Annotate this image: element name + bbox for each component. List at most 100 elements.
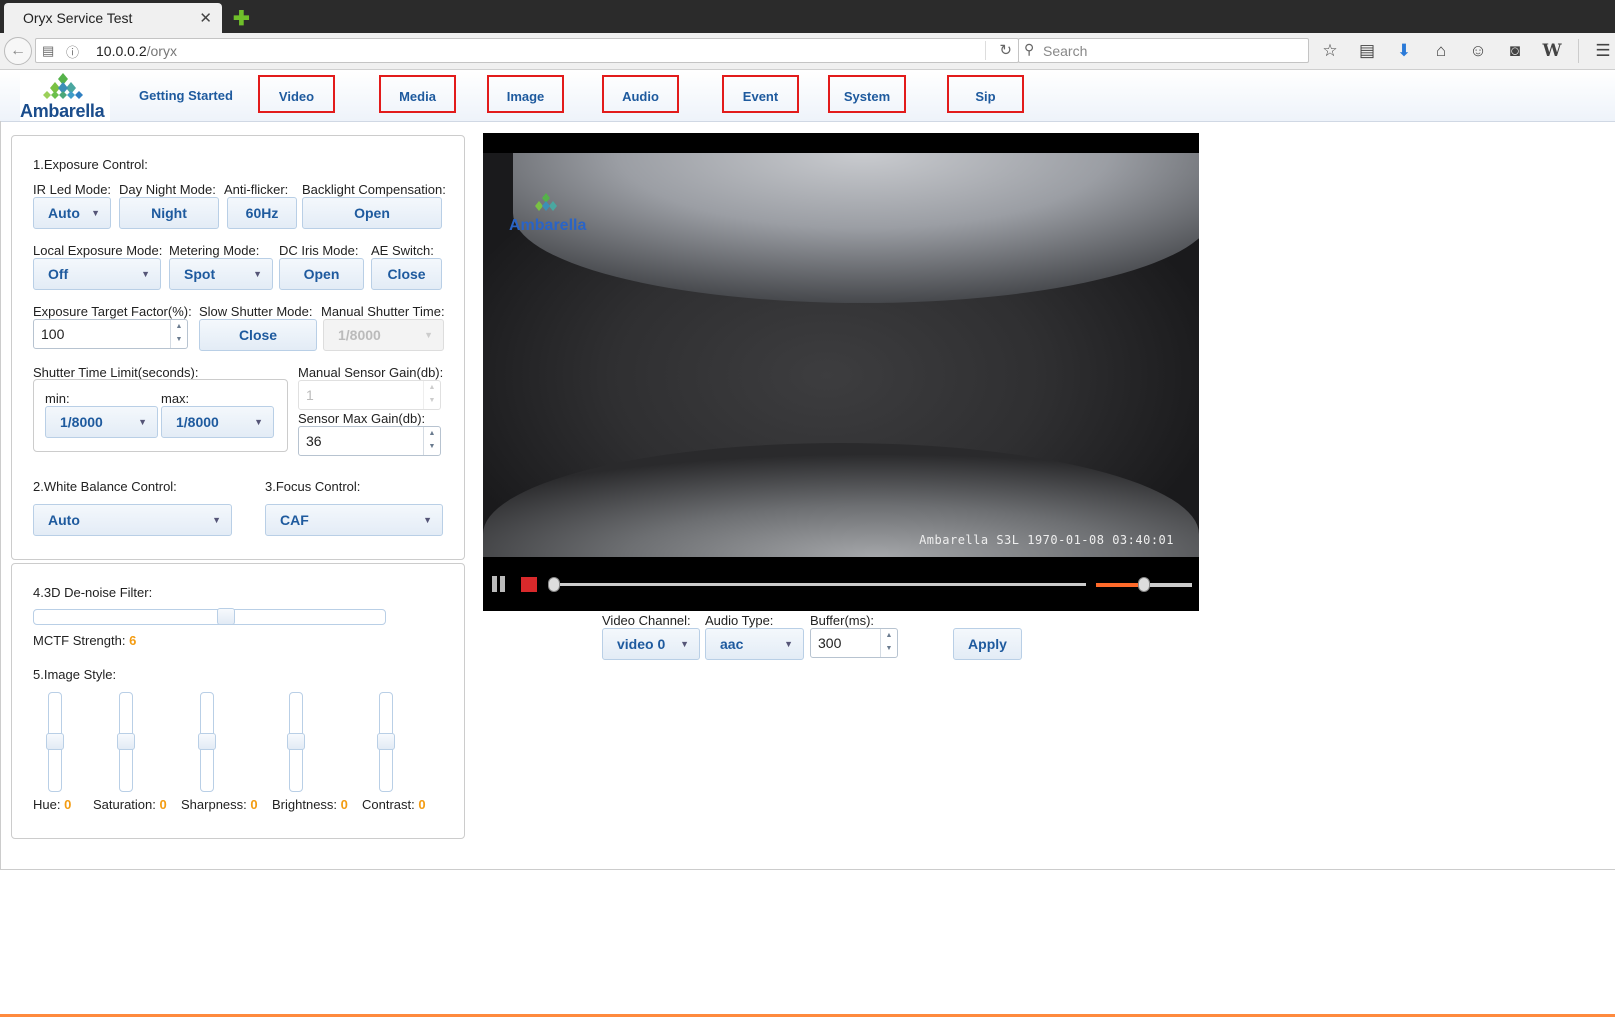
volume-slider[interactable]	[1096, 577, 1192, 592]
denoise-slider[interactable]	[33, 608, 386, 625]
manual-shutter-label: Manual Shutter Time:	[321, 304, 445, 319]
brightness-slider-thumb[interactable]	[287, 733, 305, 750]
hue-slider[interactable]	[46, 692, 64, 792]
metering-value: Spot	[184, 266, 216, 282]
day-night-button[interactable]: Night	[119, 197, 219, 229]
nav-event[interactable]: Event	[722, 75, 799, 113]
video-channel-select[interactable]: video 0 ▼	[602, 628, 700, 660]
mctf-strength-value: 6	[129, 633, 137, 648]
url-path: /oryx	[146, 43, 177, 59]
max-gain-stepper[interactable]: 36 ▲ ▼	[298, 426, 441, 456]
saturation-slider[interactable]	[117, 692, 135, 792]
back-arrow-icon[interactable]: ←	[4, 37, 32, 65]
nav-image-label: Image	[506, 89, 545, 104]
chevron-down-icon: ▼	[141, 269, 150, 279]
target-factor-stepper[interactable]: 100 ▲ ▼	[33, 319, 188, 349]
dc-iris-button[interactable]: Open	[279, 258, 364, 290]
url-bar[interactable]: ▤ ⓘ 10.0.0.2/oryx ↻	[35, 38, 1019, 63]
nav-image[interactable]: Image	[487, 75, 564, 113]
hue-label: Hue:	[33, 797, 61, 812]
nav-media[interactable]: Media	[379, 75, 456, 113]
reload-icon[interactable]: ↻	[999, 41, 1012, 59]
search-bar[interactable]: ⚲ Search	[1018, 38, 1309, 63]
local-exposure-select[interactable]: Off ▼	[33, 258, 161, 290]
chat-icon[interactable]: ☺	[1465, 39, 1491, 63]
audio-type-label: Audio Type:	[705, 613, 774, 628]
ambarella-logo[interactable]: Ambarella	[20, 73, 110, 121]
nav-video-label: Video	[278, 89, 315, 104]
pocket-icon[interactable]: ◙	[1502, 39, 1528, 63]
sharpness-slider[interactable]	[198, 692, 216, 792]
nav-video[interactable]: Video	[258, 75, 335, 113]
audio-type-select[interactable]: aac ▼	[705, 628, 804, 660]
sharpness-value: 0	[250, 797, 258, 812]
stepper-arrows-icon[interactable]: ▲ ▼	[423, 427, 440, 455]
pause-icon[interactable]	[491, 576, 507, 592]
contrast-slider[interactable]	[377, 692, 395, 792]
contrast-slider-thumb[interactable]	[377, 733, 395, 750]
manual-shutter-value: 1/8000	[338, 327, 381, 343]
saturation-slider-thumb[interactable]	[117, 733, 135, 750]
saturation-readout: Saturation: 0	[93, 797, 167, 812]
nav-getting-started[interactable]: Getting Started	[139, 88, 233, 103]
new-tab-icon[interactable]: ✚	[233, 6, 250, 31]
volume-thumb[interactable]	[1138, 577, 1150, 592]
white-balance-title: 2.White Balance Control:	[33, 479, 177, 494]
search-input[interactable]: Search	[1043, 43, 1087, 59]
chevron-down-icon: ▼	[253, 269, 262, 279]
page-header: Ambarella Getting Started Video Media Im…	[0, 71, 1615, 122]
progress-thumb[interactable]	[548, 577, 560, 592]
stepper-arrows-icon[interactable]: ▲ ▼	[170, 320, 187, 348]
logo-mark-icon	[43, 73, 83, 99]
hue-slider-thumb[interactable]	[46, 733, 64, 750]
shutter-min-select[interactable]: 1/8000 ▼	[45, 406, 158, 438]
chevron-down-icon: ▼	[138, 417, 147, 427]
focus-value: CAF	[280, 512, 309, 528]
shutter-limit-label: Shutter Time Limit(seconds):	[33, 365, 199, 380]
close-tab-icon[interactable]: ✕	[199, 9, 212, 27]
menu-icon[interactable]: ☰	[1590, 39, 1615, 63]
download-icon[interactable]: ⬇	[1391, 39, 1417, 63]
shutter-max-select[interactable]: 1/8000 ▼	[161, 406, 274, 438]
stop-icon[interactable]	[521, 577, 537, 592]
denoise-slider-thumb[interactable]	[217, 608, 236, 625]
browser-tab[interactable]: Oryx Service Test ✕	[4, 3, 222, 33]
video-logo-mark-icon	[535, 193, 557, 211]
anti-flicker-button[interactable]: 60Hz	[227, 197, 297, 229]
bookmark-star-icon[interactable]: ☆	[1317, 39, 1343, 63]
apply-button[interactable]: Apply	[953, 628, 1022, 660]
hue-value: 0	[64, 797, 72, 812]
slow-shutter-button[interactable]: Close	[199, 319, 317, 351]
ir-led-value: Auto	[48, 205, 80, 221]
sharpness-slider-thumb[interactable]	[198, 733, 216, 750]
ae-switch-button[interactable]: Close	[371, 258, 442, 290]
backlight-button[interactable]: Open	[302, 197, 442, 229]
ir-led-select[interactable]: Auto ▼	[33, 197, 111, 229]
metering-select[interactable]: Spot ▼	[169, 258, 273, 290]
focus-select[interactable]: CAF ▼	[265, 504, 443, 536]
nav-system[interactable]: System	[828, 75, 906, 113]
stepper-arrows-icon[interactable]: ▲ ▼	[880, 629, 897, 657]
exposure-panel: 1.Exposure Control: IR Led Mode: Day Nig…	[11, 135, 465, 560]
wikipedia-icon[interactable]: W	[1539, 39, 1565, 63]
image-style-panel: 4.3D De-noise Filter: MCTF Strength: 6 5…	[11, 563, 465, 839]
browser-nav-bar: ← ▤ ⓘ 10.0.0.2/oryx ↻ ⚲ Search ☆ ▤ ⬇ ⌂ ☺…	[0, 33, 1615, 70]
toolbar-divider	[1578, 39, 1579, 63]
video-player[interactable]: Ambarella Ambarella S3L 1970-01-08 03:40…	[483, 133, 1199, 611]
reading-list-icon[interactable]: ▤	[1354, 39, 1380, 63]
brightness-value: 0	[340, 797, 348, 812]
brightness-slider[interactable]	[287, 692, 305, 792]
buffer-stepper[interactable]: 300 ▲ ▼	[810, 628, 898, 658]
manual-gain-stepper: 1 ▲ ▼	[298, 380, 441, 410]
home-icon[interactable]: ⌂	[1428, 39, 1454, 63]
nav-media-label: Media	[399, 89, 436, 104]
chevron-down-icon: ▼	[424, 330, 433, 340]
white-balance-select[interactable]: Auto ▼	[33, 504, 232, 536]
nav-sip[interactable]: Sip	[947, 75, 1024, 113]
nav-audio[interactable]: Audio	[602, 75, 679, 113]
info-icon[interactable]: ⓘ	[66, 42, 79, 61]
video-ceiling-region	[513, 153, 1199, 303]
ir-led-label: IR Led Mode:	[33, 182, 112, 197]
progress-bar[interactable]	[548, 577, 1086, 592]
brightness-label: Brightness:	[272, 797, 338, 812]
